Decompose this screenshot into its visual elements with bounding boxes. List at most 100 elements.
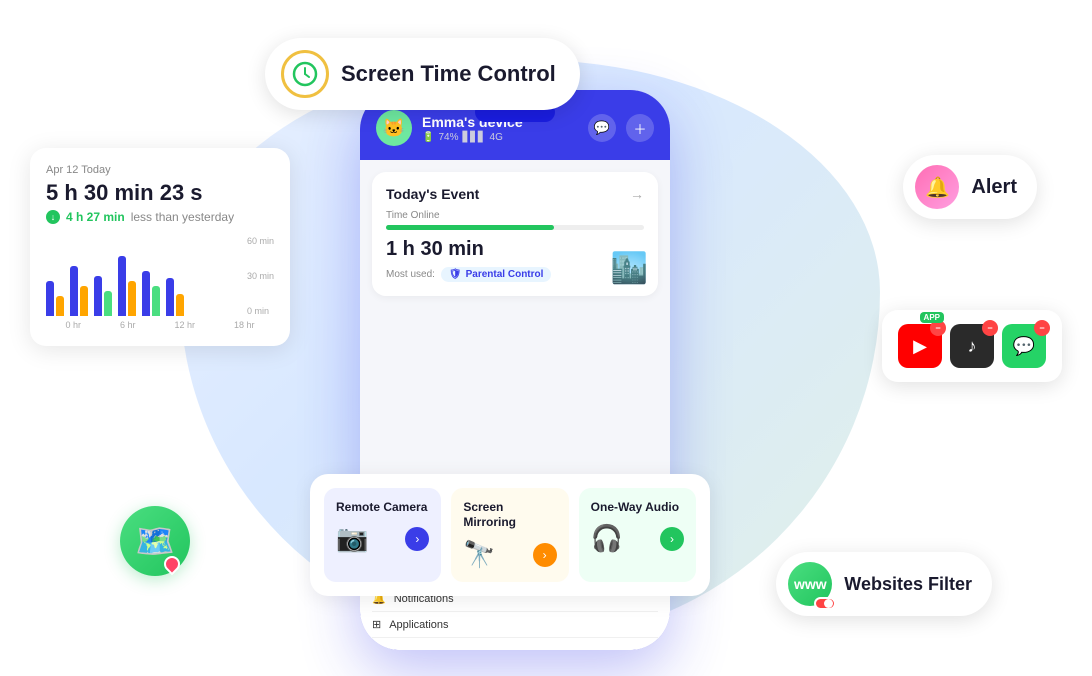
bar-teal <box>104 291 112 316</box>
bar-blue <box>118 256 126 316</box>
bar-group-3 <box>94 276 112 316</box>
down-arrow-icon: ↓ <box>46 210 60 224</box>
bar-blue <box>166 278 174 316</box>
usage-chart: 60 min 30 min 0 min <box>46 236 274 316</box>
chart-x-labels: 0 hr 6 hr 12 hr 18 hr <box>46 320 274 330</box>
feature-screen-mirroring[interactable]: Screen Mirroring 🔭 › <box>451 488 568 582</box>
alert-icon: 🔔 <box>915 165 959 209</box>
device-avatar: 🐱 <box>376 110 412 146</box>
whatsapp-icon: 💬 <box>1013 336 1035 357</box>
progress-fill <box>386 225 554 230</box>
y-label-30: 30 min <box>247 271 274 281</box>
bar-orange <box>176 294 184 316</box>
event-arrow-icon[interactable]: → <box>630 186 644 202</box>
stats-less-value: 4 h 27 min <box>66 210 125 224</box>
mirroring-arrow-icon[interactable]: › <box>533 543 557 567</box>
y-label-0: 0 min <box>247 306 274 316</box>
one-way-audio-label: One-Way Audio <box>591 500 684 516</box>
location-badge: 🗺️ <box>120 506 190 576</box>
device-status: 🔋 74% ▋▋▋ 4G <box>422 132 578 143</box>
stats-comparison: ↓ 4 h 27 min less than yesterday <box>46 210 274 224</box>
most-used-row: Most used: 🛡 Parental Control <box>386 267 644 282</box>
bar-group-2 <box>70 266 88 316</box>
clock-icon <box>281 50 329 98</box>
app-name: Parental Control <box>466 269 544 280</box>
most-used-label: Most used: <box>386 269 435 280</box>
binoculars-emoji: 🔭 <box>463 539 495 570</box>
location-pin-icon <box>161 553 184 576</box>
message-icon-btn[interactable]: 💬 <box>588 114 616 142</box>
bar-group-5 <box>142 271 160 316</box>
youtube-app-icon[interactable]: ▶ − APP <box>898 324 942 368</box>
x-label-12: 12 hr <box>174 320 195 330</box>
bar-blue <box>46 281 54 316</box>
chart-y-labels: 60 min 30 min 0 min <box>247 236 274 316</box>
audio-icon-row: 🎧 › <box>591 523 684 554</box>
screen-mirroring-label: Screen Mirroring <box>463 500 556 531</box>
y-label-60: 60 min <box>247 236 274 246</box>
battery-icon: 🔋 <box>422 132 434 143</box>
phone-header-icons: 💬 ＋ <box>588 114 654 142</box>
bar-group-6 <box>166 278 184 316</box>
stats-less-text: less than yesterday <box>131 210 234 224</box>
screen-time-badge: Screen Time Control <box>265 38 580 110</box>
bar-group-4 <box>118 256 136 316</box>
tiktok-icon: ♪ <box>968 336 977 357</box>
features-card: Remote Camera 📷 › Screen Mirroring 🔭 › O… <box>310 474 710 596</box>
alert-badge: 🔔 Alert <box>903 155 1037 219</box>
camera-arrow-icon[interactable]: › <box>405 527 429 551</box>
whatsapp-remove-badge: − <box>1034 320 1050 336</box>
time-online-label: Time Online <box>386 210 644 221</box>
x-label-0: 0 hr <box>65 320 81 330</box>
stats-date: Apr 12 Today <box>46 164 274 176</box>
signal-bars: ▋▋▋ <box>462 132 485 143</box>
app-icon: 🛡 <box>449 269 462 280</box>
time-value: 1 h 30 min <box>386 238 644 261</box>
camera-emoji: 📷 <box>336 523 368 554</box>
stats-card: Apr 12 Today 5 h 30 min 23 s ↓ 4 h 27 mi… <box>30 148 290 346</box>
chart-bars <box>46 256 274 316</box>
audio-arrow-icon[interactable]: › <box>660 527 684 551</box>
bar-blue <box>70 266 78 316</box>
app-label: APP <box>920 312 944 323</box>
bar-orange <box>56 296 64 316</box>
whatsapp-app-icon[interactable]: 💬 − <box>1002 324 1046 368</box>
x-label-6: 6 hr <box>120 320 136 330</box>
websites-label: Websites Filter <box>844 574 972 595</box>
app-badge: 🛡 Parental Control <box>441 267 552 282</box>
stats-time: 5 h 30 min 23 s <box>46 180 274 206</box>
battery-value: 74% <box>438 132 458 143</box>
bar-blue <box>94 276 102 316</box>
toggle-icon[interactable] <box>814 597 836 610</box>
today-event-title: Today's Event <box>386 186 479 202</box>
www-text: www <box>794 576 827 592</box>
today-event-card: Today's Event → Time Online 1 h 30 min M… <box>372 172 658 296</box>
add-icon-btn[interactable]: ＋ <box>626 114 654 142</box>
websites-filter-badge: www Websites Filter <box>776 552 992 616</box>
screen-mirroring-icon-row: 🔭 › <box>463 539 556 570</box>
alert-label: Alert <box>971 176 1017 199</box>
remote-camera-icon-row: 📷 › <box>336 523 429 554</box>
feature-one-way-audio[interactable]: One-Way Audio 🎧 › <box>579 488 696 582</box>
bar-group-1 <box>46 281 64 316</box>
phone-content: Today's Event → Time Online 1 h 30 min M… <box>360 160 670 316</box>
remote-camera-label: Remote Camera <box>336 500 429 516</box>
card-title-row: Today's Event → <box>386 186 644 202</box>
progress-bar <box>386 225 644 230</box>
map-icon: 🗺️ <box>120 506 190 576</box>
headphone-emoji: 🎧 <box>591 523 623 554</box>
network-type: 4G <box>490 132 503 143</box>
bar-blue <box>142 271 150 316</box>
bar-orange <box>128 281 136 316</box>
bar-teal <box>152 286 160 316</box>
tiktok-remove-badge: − <box>982 320 998 336</box>
card-illustration: 🏙️ <box>611 251 648 286</box>
feature-remote-camera[interactable]: Remote Camera 📷 › <box>324 488 441 582</box>
app-control-card: ▶ − APP ♪ − 💬 − <box>882 310 1062 382</box>
www-icon: www <box>788 562 832 606</box>
youtube-icon: ▶ <box>913 336 927 357</box>
tiktok-app-icon[interactable]: ♪ − <box>950 324 994 368</box>
screen-time-title: Screen Time Control <box>341 61 556 87</box>
toggle-thumb <box>824 599 833 608</box>
x-label-18: 18 hr <box>234 320 255 330</box>
